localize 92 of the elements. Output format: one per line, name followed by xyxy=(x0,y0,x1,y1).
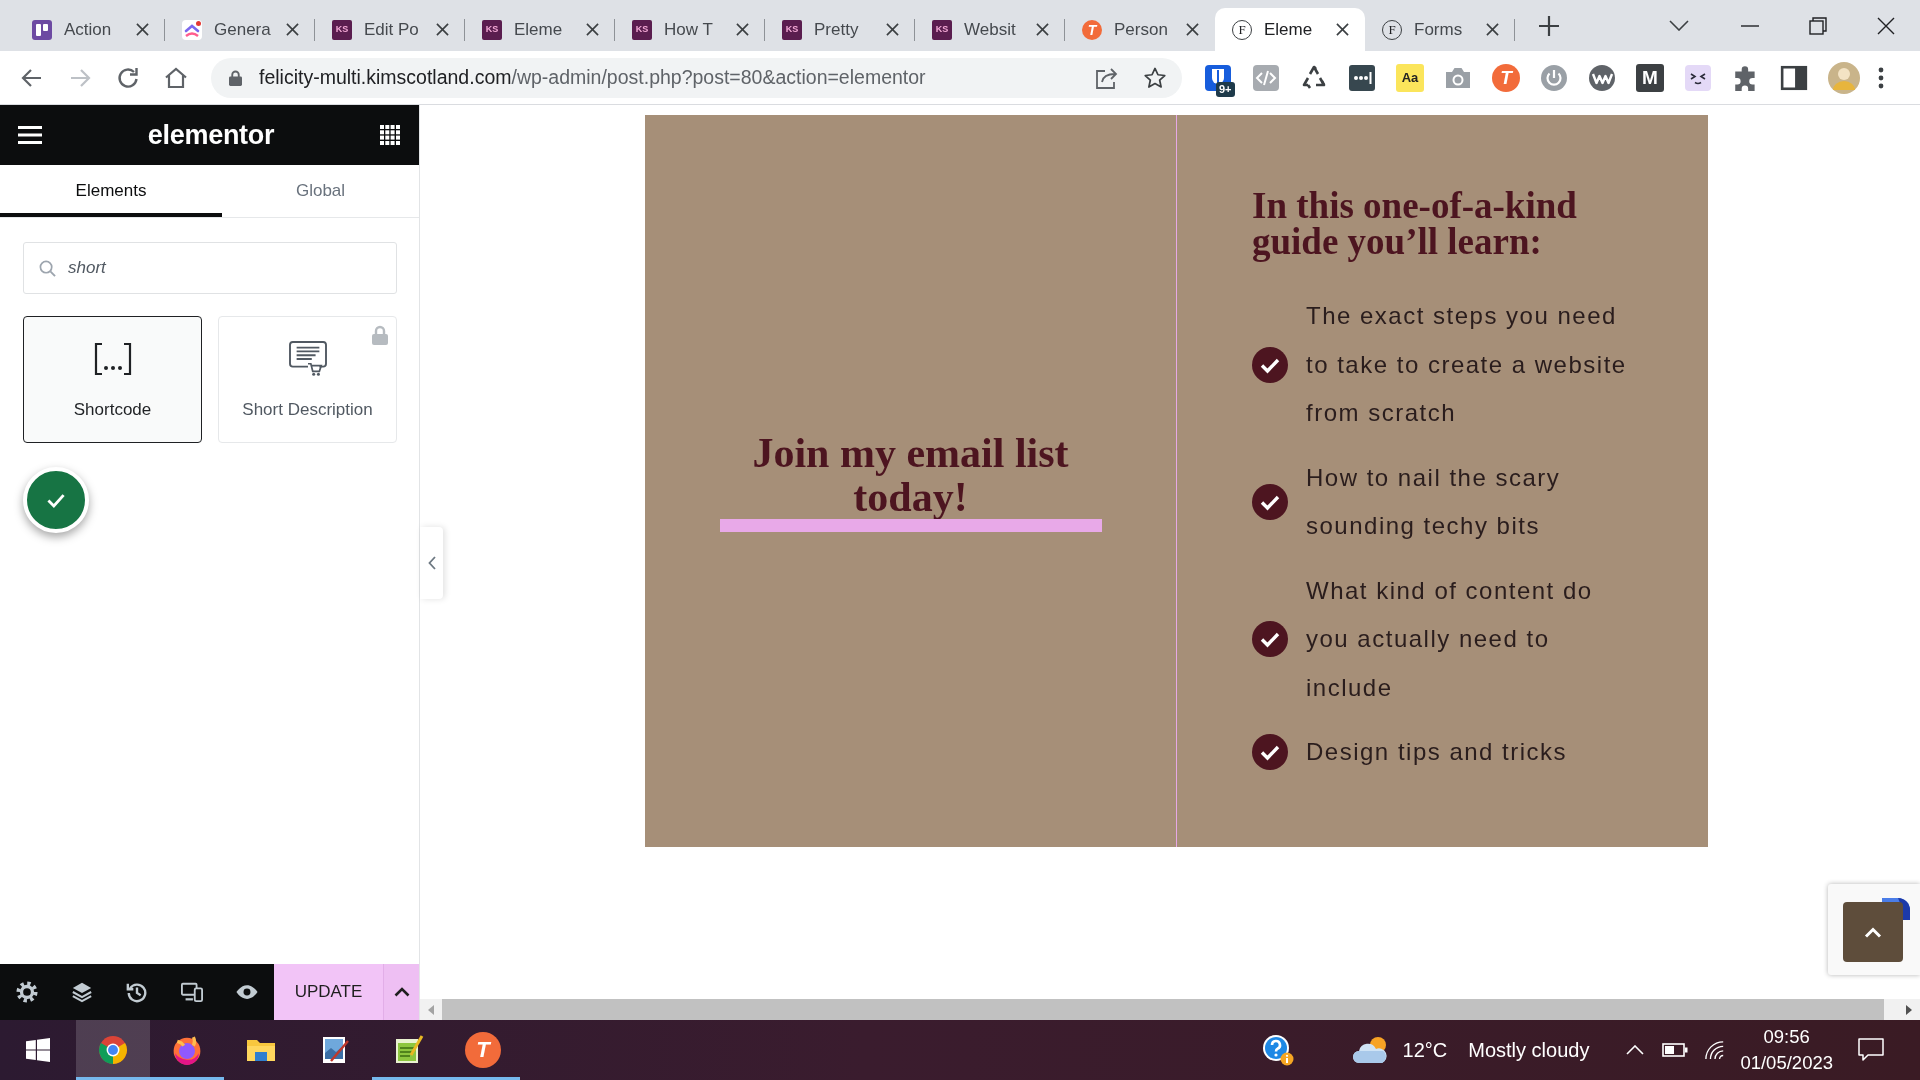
monogram-icon: KS xyxy=(782,19,802,40)
notepad-icon xyxy=(394,1035,424,1065)
t-logo-icon: T xyxy=(1082,19,1102,40)
responsive-icon[interactable] xyxy=(181,981,203,1003)
browser-tab[interactable]: F Forms xyxy=(1365,8,1515,51)
dictionary-icon[interactable]: Aa xyxy=(1396,63,1424,92)
list-item-text: What kind of content do you actually need to include xyxy=(1306,575,1594,703)
chevron-up-icon[interactable] xyxy=(1626,1045,1645,1055)
face-icon[interactable] xyxy=(1684,63,1712,92)
new-tab-icon[interactable] xyxy=(1539,16,1559,36)
widget-card[interactable]: Shortcode xyxy=(23,316,202,443)
power-icon[interactable] xyxy=(1540,63,1568,92)
settings-icon[interactable] xyxy=(16,981,38,1003)
panel-tab[interactable]: Elements xyxy=(0,165,222,217)
share-icon[interactable] xyxy=(1095,66,1119,89)
email-heading: Join my email list today! xyxy=(751,430,1070,519)
browser-tab[interactable]: KS Pretty xyxy=(765,8,915,51)
close-icon[interactable] xyxy=(436,23,449,36)
browser-tab[interactable]: Genera xyxy=(165,8,315,51)
kanban-icon xyxy=(32,19,52,40)
dots-extension-icon[interactable] xyxy=(1348,63,1376,92)
menu-icon[interactable] xyxy=(18,125,42,145)
help-icon[interactable] xyxy=(1261,1034,1294,1066)
browser-tab[interactable]: KS Eleme xyxy=(465,8,615,51)
start-icon[interactable] xyxy=(26,1038,50,1062)
fox-browser-icon xyxy=(172,1035,202,1065)
panel-tab[interactable]: Global xyxy=(222,165,419,217)
monogram-icon: KS xyxy=(632,19,652,40)
clock-time[interactable]: 09:56 xyxy=(1763,1024,1810,1050)
layers-icon[interactable] xyxy=(71,981,93,1003)
close-icon[interactable] xyxy=(736,23,749,36)
url-text[interactable]: felicity-multi.kimscotland.com/wp-admin/post.php?post=80&action=elementor xyxy=(259,66,1095,89)
chevron-up-icon xyxy=(1864,926,1882,938)
list-item-text: How to nail the scary sounding techy bits xyxy=(1306,462,1562,541)
close-icon[interactable] xyxy=(136,23,149,36)
t-logo-icon: T xyxy=(465,1032,501,1068)
widget-card[interactable]: Short Description xyxy=(218,316,397,443)
update-button[interactable]: UPDATE xyxy=(274,964,383,1020)
reload-icon[interactable] xyxy=(116,65,140,90)
browser-icon xyxy=(98,1035,128,1065)
close-icon[interactable] xyxy=(1486,23,1499,36)
browser-tab[interactable]: KS How T xyxy=(615,8,765,51)
home-icon[interactable] xyxy=(164,65,188,90)
browser-tab[interactable]: T Person xyxy=(1065,8,1215,51)
weather-condition[interactable]: Mostly cloudy xyxy=(1468,1038,1590,1062)
close-window-icon[interactable] xyxy=(1877,16,1895,35)
close-icon[interactable] xyxy=(586,23,599,36)
address-bar[interactable]: felicity-multi.kimscotland.com/wp-admin/post.php?post=80&action=elementor xyxy=(211,57,1182,98)
battery-icon[interactable] xyxy=(1662,1043,1689,1057)
chevron-left-icon xyxy=(427,556,436,570)
list-item-text: Design tips and tricks xyxy=(1306,737,1569,767)
close-icon[interactable] xyxy=(1036,23,1049,36)
monogram-icon: KS xyxy=(332,19,352,40)
list-item-text: The exact steps you need to take to create a website from scratch xyxy=(1306,301,1628,428)
check-icon xyxy=(1252,484,1288,520)
check-icon xyxy=(1252,621,1288,658)
side-panel-icon[interactable] xyxy=(1780,63,1808,92)
wave-icon[interactable] xyxy=(1588,63,1616,92)
chevron-logo-icon xyxy=(182,19,202,40)
history-icon[interactable] xyxy=(126,981,148,1003)
temperature-text[interactable]: 12°C xyxy=(1402,1038,1448,1062)
close-icon[interactable] xyxy=(1186,23,1199,36)
chevron-up-icon xyxy=(393,987,410,997)
browser-tab[interactable]: KS Edit Po xyxy=(315,8,465,51)
monogram-icon: KS xyxy=(932,19,952,40)
notification-icon[interactable] xyxy=(1858,1038,1884,1062)
scroll-right-icon[interactable] xyxy=(1906,1004,1912,1015)
apps-grid-icon[interactable] xyxy=(380,125,400,145)
bookmark-star-icon[interactable] xyxy=(1143,66,1167,89)
lock-icon[interactable] xyxy=(229,69,242,86)
close-icon[interactable] xyxy=(886,23,899,36)
close-icon[interactable] xyxy=(286,23,299,36)
app-logo: elementor xyxy=(147,119,275,151)
brackets-icon xyxy=(92,341,133,377)
m-logo-icon[interactable]: M xyxy=(1636,63,1664,92)
clock-date[interactable]: 01/05/2023 xyxy=(1740,1050,1833,1076)
search-field[interactable]: short xyxy=(23,242,397,294)
paint-icon xyxy=(320,1035,350,1065)
browser-tab[interactable]: F Eleme xyxy=(1215,8,1365,51)
browser-tab[interactable]: KS Websit xyxy=(915,8,1065,51)
more-icon[interactable] xyxy=(1878,66,1884,89)
close-icon[interactable] xyxy=(1336,23,1349,36)
guide-heading: In this one-of-a-kind guide you’ll learn: xyxy=(1252,188,1578,260)
browser-tab[interactable]: Action xyxy=(15,8,165,51)
check-icon xyxy=(1252,734,1288,771)
monogram-icon: KS xyxy=(482,19,502,40)
check-icon xyxy=(1252,346,1288,383)
minimize-icon[interactable] xyxy=(1741,24,1759,27)
tab-list-icon[interactable] xyxy=(1669,20,1689,31)
restore-icon[interactable] xyxy=(1809,16,1827,35)
search-icon xyxy=(39,259,56,277)
screen-cart-icon xyxy=(287,341,328,377)
